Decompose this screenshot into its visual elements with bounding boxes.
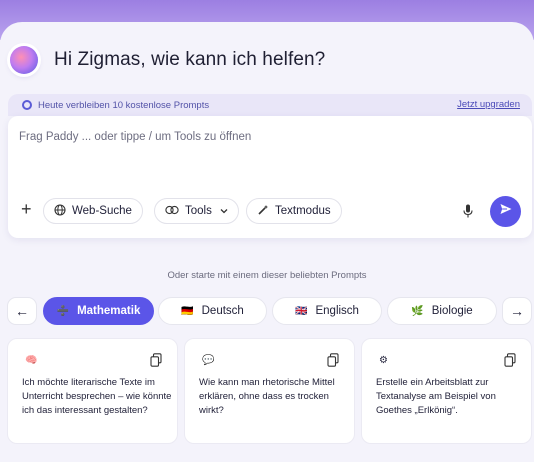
prompt-card[interactable]: 💬 Wie kann man rhetorische Mittel erklär… [184,338,355,444]
tab-mathematik[interactable]: ➗ Mathematik [43,297,154,325]
copy-icon[interactable] [327,353,339,367]
tab-label: Deutsch [201,305,244,317]
tab-biologie[interactable]: 🌿 Biologie [387,297,497,325]
prompt-card[interactable]: 🧠 Ich möchte literarische Texte im Unter… [7,338,178,444]
prompt-card-text: Wie kann man rhetorische Mittel erklären… [199,377,335,416]
prompt-card-text: Ich möchte literarische Texte im Unterri… [22,377,172,416]
free-prompts-banner: Heute verbleiben 10 kostenlose Prompts J… [8,94,532,116]
tab-label: Biologie [431,305,473,317]
prompt-card[interactable]: ⚙ Erstelle ein Arbeitsblatt zur Textanal… [361,338,532,444]
speech-bubble-icon: 💬 [202,355,215,366]
greeting-title: Hi Zigmas, wie kann ich helfen? [54,49,326,70]
next-category-button[interactable]: → [502,297,532,325]
german-flag-icon: 🇩🇪 [181,305,194,317]
copy-icon[interactable] [504,353,516,367]
tab-label: Mathematik [77,305,141,317]
chevron-down-icon [220,205,228,217]
arrow-right-icon: → [510,303,524,319]
magic-wand-icon [257,204,269,219]
leaf-icon: 🌿 [411,305,424,317]
brain-icon: 🧠 [25,355,38,366]
web-search-label: Web-Suche [72,205,132,217]
tab-label: Englisch [315,305,359,317]
remaining-prompts-text: Heute verbleiben 10 kostenlose Prompts [38,99,210,111]
tab-deutsch[interactable]: 🇩🇪 Deutsch [158,297,267,325]
web-search-button[interactable]: Web-Suche [43,198,143,224]
arrow-left-icon: ← [15,303,29,319]
ring-icon [22,100,32,110]
copy-icon[interactable] [150,353,162,367]
prompt-input-card[interactable]: Frag Paddy ... oder tippe / um Tools zu … [8,116,532,238]
uk-flag-icon: 🇬🇧 [295,305,308,317]
send-button[interactable] [490,196,521,227]
tools-dropdown[interactable]: Tools [154,198,239,224]
tab-englisch[interactable]: 🇬🇧 Englisch [272,297,382,325]
tools-icon [165,205,179,218]
prompt-card-text: Erstelle ein Arbeitsblatt zur Textanalys… [376,377,496,416]
text-mode-label: Textmodus [275,205,331,217]
division-icon: ➗ [56,305,70,317]
prompt-input[interactable]: Frag Paddy ... oder tippe / um Tools zu … [19,131,251,143]
send-icon [499,202,513,221]
add-attachment-button[interactable]: + [21,200,32,218]
tools-label: Tools [185,205,212,217]
text-mode-button[interactable]: Textmodus [246,198,342,224]
upgrade-link[interactable]: Jetzt upgraden [457,99,520,110]
prev-category-button[interactable]: ← [7,297,37,325]
gear-icon: ⚙ [379,355,388,366]
assistant-avatar [10,46,38,74]
suggestions-title: Oder starte mit einem dieser beliebten P… [167,270,367,281]
globe-icon [54,203,66,219]
microphone-icon[interactable] [463,204,473,218]
greeting-row: Hi Zigmas, wie kann ich helfen? [10,46,325,74]
